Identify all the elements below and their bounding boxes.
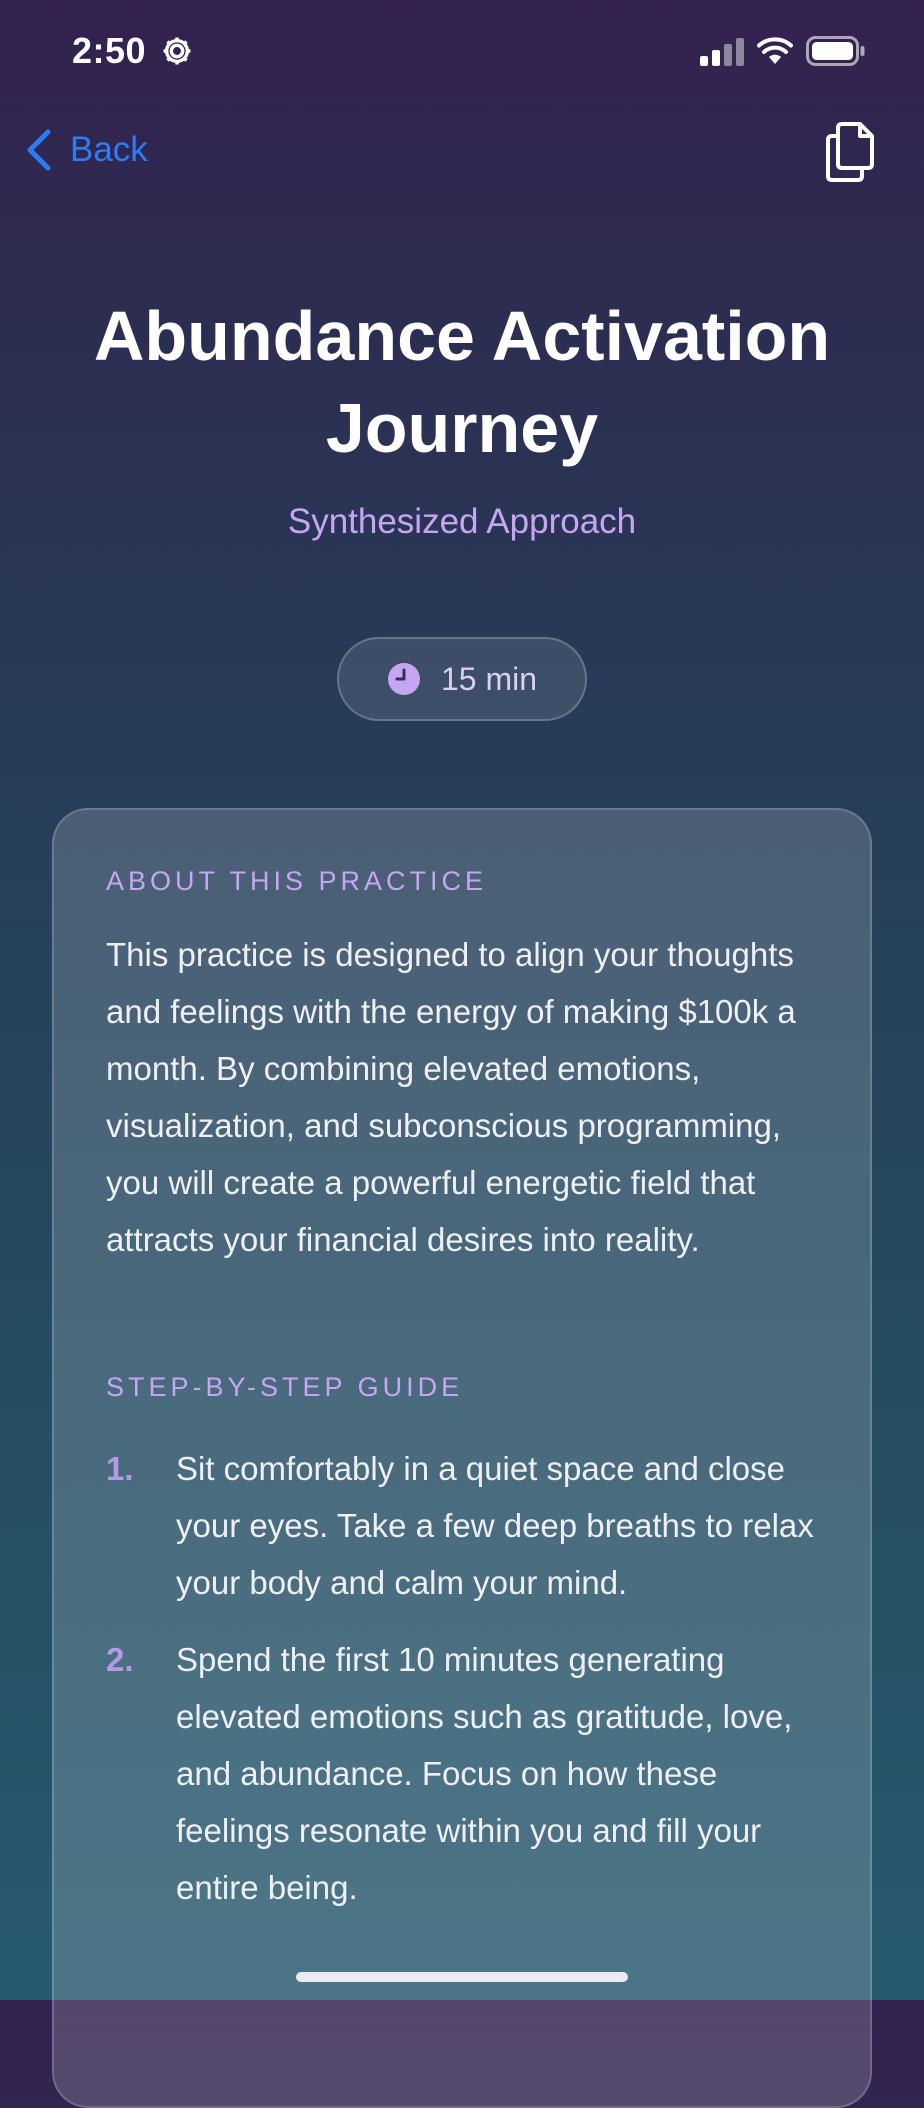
- duration-badge: 15 min: [337, 637, 587, 721]
- page-subtitle: Synthesized Approach: [287, 502, 637, 541]
- step-number: 1.: [106, 1450, 134, 1487]
- step-text: Sit comfortably in a quiet space and clo…: [176, 1450, 814, 1601]
- status-time: 2:50: [72, 30, 147, 71]
- chevron-left-icon: [27, 129, 51, 171]
- back-button[interactable]: Back: [24, 124, 148, 176]
- home-indicator[interactable]: [296, 1972, 628, 1982]
- about-heading: ABOUT THIS PRACTICE: [106, 866, 488, 896]
- clock-icon: [387, 663, 420, 695]
- step-item: 2. Spend the first 10 minutes generating…: [106, 1631, 836, 1916]
- step-number: 2.: [106, 1641, 134, 1678]
- step-text: Spend the first 10 minutes generating el…: [176, 1641, 793, 1906]
- wifi-icon: [757, 37, 793, 64]
- signal-icon: [700, 38, 744, 66]
- practice-card: ABOUT THIS PRACTICE This practice is des…: [52, 808, 872, 2108]
- about-body: This practice is designed to align your …: [106, 936, 796, 1258]
- step-list: 1. Sit comfortably in a quiet space and …: [106, 1440, 836, 1936]
- step-item: 1. Sit comfortably in a quiet space and …: [106, 1440, 836, 1611]
- status-bar: 2:50: [0, 0, 924, 110]
- duration-label: 15 min: [440, 660, 538, 697]
- guide-heading: STEP-BY-STEP GUIDE: [106, 1372, 464, 1402]
- back-label: Back: [70, 130, 148, 169]
- gear-icon: [163, 37, 191, 65]
- battery-icon: [806, 36, 865, 66]
- page-title: Abundance Activation Journey: [93, 297, 831, 467]
- copy-icon[interactable]: [822, 120, 878, 184]
